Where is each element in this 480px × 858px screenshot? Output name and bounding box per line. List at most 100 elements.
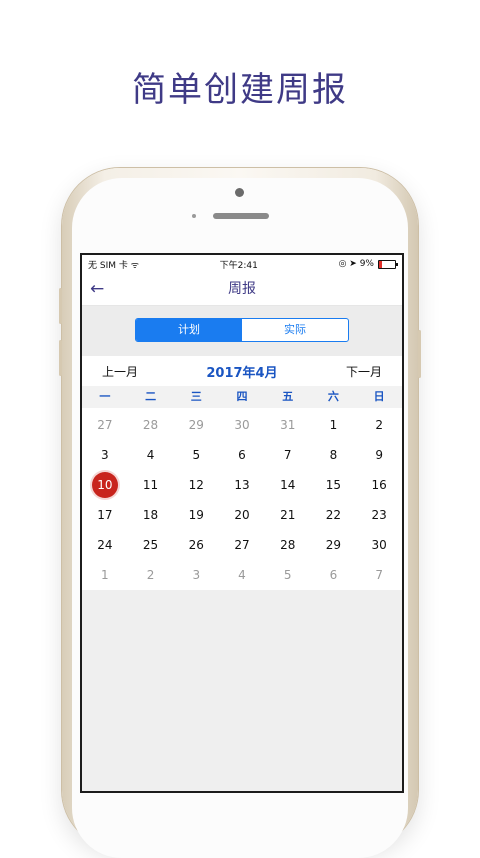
day-number: 5	[192, 448, 201, 462]
day-number: 9	[375, 448, 383, 462]
volume-down-button	[59, 340, 62, 376]
calendar-day[interactable]: 28	[265, 530, 311, 560]
calendar-day[interactable]: 28	[128, 410, 174, 440]
day-number: 5	[283, 568, 292, 582]
day-number: 3	[192, 568, 201, 582]
calendar-day[interactable]: 31	[265, 410, 311, 440]
day-grid: 27 28 29 30 31 1 2 3 4 5 6 7 8 9 10 11 12 13 14 15 16 17 18 19 2…	[82, 408, 402, 590]
calendar-day[interactable]: 1	[311, 410, 357, 440]
calendar-day[interactable]: 18	[128, 500, 174, 530]
day-number: 16	[371, 478, 387, 492]
day-number: 14	[280, 478, 296, 492]
calendar-day[interactable]: 4	[128, 440, 174, 470]
calendar-day[interactable]: 8	[311, 440, 357, 470]
day-number: 20	[234, 508, 250, 522]
segment-tab[interactable]: 计划	[136, 319, 242, 341]
day-number: 22	[325, 508, 342, 522]
segment-area: 计划 实际	[82, 306, 402, 356]
day-number: 30	[371, 538, 387, 552]
day-number: 27	[234, 538, 250, 552]
calendar-day[interactable]: 13	[219, 470, 265, 500]
calendar-day[interactable]: 3	[82, 440, 128, 470]
calendar-day[interactable]: 30	[356, 530, 402, 560]
phone-screen: 无 SIM 卡 ᯤ 下午2:41 ◎ ➤ 9% ← 周报 计划 实际 上一月 20…	[80, 253, 404, 793]
day-number: 28	[142, 418, 159, 432]
weekday-label: 二	[145, 390, 157, 403]
day-number: 27	[97, 418, 113, 432]
calendar-day[interactable]: 7	[356, 560, 402, 590]
calendar-day[interactable]: 29	[173, 410, 219, 440]
day-number: 4	[146, 448, 155, 462]
day-number: 6	[238, 448, 246, 462]
calendar-day[interactable]: 5	[265, 560, 311, 590]
plan-actual-segmented-control: 计划 实际	[135, 318, 349, 342]
day-number: 15	[325, 478, 342, 492]
day-number: 1	[101, 568, 109, 582]
day-number: 2	[375, 418, 383, 432]
day-number: 4	[238, 568, 246, 582]
day-number: 19	[188, 508, 204, 522]
day-number: 1	[329, 418, 338, 432]
day-number: 3	[101, 448, 109, 462]
calendar-day[interactable]: 11	[128, 470, 174, 500]
calendar-day[interactable]: 30	[219, 410, 265, 440]
calendar-day[interactable]: 19	[173, 500, 219, 530]
calendar: 上一月 2017年4月 下一月 一二三四五六日 27 28 29 30 31 1 2 3 4 5 6…	[82, 356, 402, 590]
calendar-day[interactable]: 16	[356, 470, 402, 500]
day-number: 24	[97, 538, 113, 552]
calendar-day[interactable]: 4	[219, 560, 265, 590]
calendar-day[interactable]: 14	[265, 470, 311, 500]
carrier-label: 无 SIM 卡 ᯤ	[88, 260, 139, 271]
calendar-day[interactable]: 1	[82, 560, 128, 590]
day-number: 31	[280, 418, 296, 432]
calendar-day[interactable]: 3	[173, 560, 219, 590]
sensor-dot	[192, 214, 196, 218]
day-number: 10	[91, 472, 118, 498]
day-number: 13	[234, 478, 250, 492]
calendar-day[interactable]: 27	[82, 410, 128, 440]
calendar-day[interactable]: 22	[311, 500, 357, 530]
calendar-day[interactable]: 6	[311, 560, 357, 590]
calendar-day[interactable]: 20	[219, 500, 265, 530]
calendar-day[interactable]: 5	[173, 440, 219, 470]
day-number: 29	[188, 418, 204, 432]
day-number: 11	[142, 478, 159, 492]
current-month-label: 2017年4月	[206, 365, 278, 381]
day-number: 2	[146, 568, 155, 582]
calendar-day[interactable]: 29	[311, 530, 357, 560]
nav-bar: ← 周报	[82, 273, 402, 306]
calendar-day[interactable]: 6	[219, 440, 265, 470]
day-number: 8	[329, 448, 338, 462]
day-number: 12	[188, 478, 204, 492]
earpiece-speaker	[213, 213, 269, 219]
calendar-day[interactable]: 17	[82, 500, 128, 530]
calendar-day-selected[interactable]: 10	[82, 470, 128, 500]
front-camera-icon	[235, 188, 244, 197]
volume-up-button	[59, 288, 62, 324]
calendar-day[interactable]: 2	[128, 560, 174, 590]
month-navigation: 上一月 2017年4月 下一月	[82, 356, 402, 386]
calendar-day[interactable]: 9	[356, 440, 402, 470]
calendar-day[interactable]: 21	[265, 500, 311, 530]
day-number: 30	[234, 418, 250, 432]
day-number: 25	[142, 538, 159, 552]
segment-tab[interactable]: 实际	[242, 319, 348, 341]
calendar-day[interactable]: 2	[356, 410, 402, 440]
day-number: 7	[375, 568, 383, 582]
promo-headline: 简单创建周报	[132, 70, 348, 110]
weekday-header: 一二三四五六日	[82, 386, 402, 408]
prev-month-button[interactable]: 上一月	[102, 363, 138, 380]
next-month-button[interactable]: 下一月	[346, 363, 382, 380]
calendar-day[interactable]: 12	[173, 470, 219, 500]
day-number: 26	[188, 538, 204, 552]
calendar-day[interactable]: 26	[173, 530, 219, 560]
calendar-day[interactable]: 15	[311, 470, 357, 500]
calendar-day[interactable]: 24	[82, 530, 128, 560]
calendar-day[interactable]: 7	[265, 440, 311, 470]
calendar-day[interactable]: 23	[356, 500, 402, 530]
status-right: ◎ ➤ 9%	[338, 259, 398, 269]
calendar-day[interactable]: 27	[219, 530, 265, 560]
status-bar: 无 SIM 卡 ᯤ 下午2:41 ◎ ➤ 9%	[82, 255, 402, 273]
status-icons: ◎ ➤ 9%	[338, 259, 374, 269]
calendar-day[interactable]: 25	[128, 530, 174, 560]
